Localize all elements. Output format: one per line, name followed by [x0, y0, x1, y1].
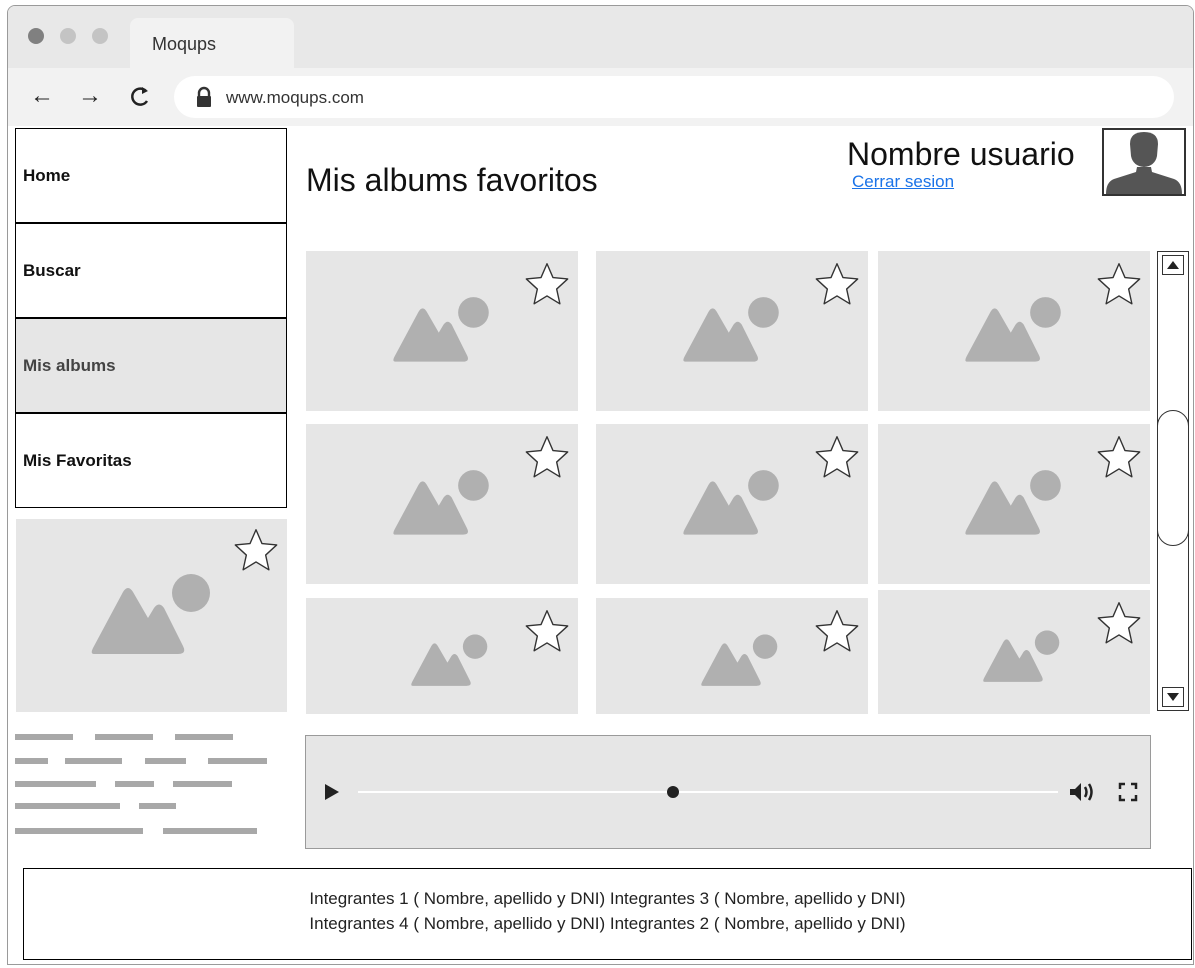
browser-titlebar: Moqups: [8, 6, 1193, 68]
album-card[interactable]: [878, 424, 1150, 584]
back-arrow-icon[interactable]: ←: [30, 82, 54, 110]
featured-album-card[interactable]: [16, 519, 287, 712]
browser-navbar: ← → www.moqups.com: [8, 68, 1193, 126]
sidebar-item-label: Mis Favoritas: [23, 450, 132, 470]
progress-track[interactable]: [358, 791, 1058, 793]
star-icon[interactable]: [1096, 434, 1142, 480]
sidebar-item-home[interactable]: Home: [15, 128, 287, 223]
fullscreen-icon[interactable]: [1118, 782, 1138, 802]
album-card[interactable]: [878, 251, 1150, 411]
star-icon[interactable]: [814, 434, 860, 480]
image-placeholder-icon: [91, 573, 210, 654]
image-placeholder-icon: [393, 297, 489, 362]
username: Nombre usuario: [847, 136, 1075, 172]
logout-link[interactable]: Cerrar sesion: [852, 172, 954, 192]
scroll-up-icon[interactable]: [1162, 255, 1184, 275]
reload-icon[interactable]: [128, 82, 152, 117]
image-placeholder-icon: [411, 634, 488, 686]
star-icon[interactable]: [814, 261, 860, 307]
minimize-window-icon[interactable]: [60, 28, 76, 44]
star-icon[interactable]: [524, 434, 570, 480]
address-bar[interactable]: www.moqups.com: [174, 76, 1174, 118]
sidebar-item-label: Buscar: [23, 260, 81, 280]
image-placeholder-icon: [965, 297, 1061, 362]
close-window-icon[interactable]: [28, 28, 44, 44]
album-card[interactable]: [596, 251, 868, 411]
sidebar-item-label: Mis albums: [23, 355, 116, 375]
maximize-window-icon[interactable]: [92, 28, 108, 44]
scroll-thumb[interactable]: [1157, 410, 1189, 546]
image-placeholder-icon: [983, 630, 1060, 682]
progress-handle[interactable]: [667, 786, 679, 798]
image-placeholder-icon: [393, 470, 489, 535]
scroll-down-icon[interactable]: [1162, 687, 1184, 707]
text-placeholder: [15, 734, 285, 844]
sidebar-item-label: Home: [23, 165, 71, 185]
browser-tab[interactable]: Moqups: [130, 18, 294, 68]
image-placeholder-icon: [683, 297, 779, 362]
album-card[interactable]: [596, 598, 868, 714]
star-icon[interactable]: [524, 261, 570, 307]
album-card[interactable]: [306, 424, 578, 584]
album-card[interactable]: [306, 598, 578, 714]
star-icon[interactable]: [1096, 261, 1142, 307]
grid-scrollbar[interactable]: [1157, 251, 1189, 711]
user-silhouette-icon: [1106, 132, 1182, 194]
sidebar-item-mis-albums[interactable]: Mis albums: [15, 318, 287, 413]
tab-title: Moqups: [152, 34, 217, 54]
footer-line: Integrantes 1 ( Nombre, apellido y DNI) …: [309, 889, 906, 908]
sidebar-item-buscar[interactable]: Buscar: [15, 223, 287, 318]
star-icon[interactable]: [233, 527, 279, 573]
star-icon[interactable]: [524, 608, 570, 654]
album-card[interactable]: [306, 251, 578, 411]
browser-window: Moqups ← → www.moqups.com Home Buscar Mi…: [7, 5, 1194, 965]
album-card[interactable]: [596, 424, 868, 584]
avatar[interactable]: [1102, 128, 1186, 196]
image-placeholder-icon: [683, 470, 779, 535]
url-text: www.moqups.com: [226, 88, 364, 107]
page-title: Mis albums favoritos: [306, 162, 598, 198]
forward-arrow-icon[interactable]: →: [78, 82, 102, 110]
lock-icon: [197, 86, 211, 107]
image-placeholder-icon: [701, 634, 778, 686]
image-placeholder-icon: [965, 470, 1061, 535]
footer-members: Integrantes 1 ( Nombre, apellido y DNI) …: [23, 868, 1192, 960]
star-icon[interactable]: [1096, 600, 1142, 646]
volume-icon[interactable]: [1068, 781, 1096, 803]
star-icon[interactable]: [814, 608, 860, 654]
album-card[interactable]: [878, 590, 1150, 714]
footer-line: Integrantes 4 ( Nombre, apellido y DNI) …: [309, 914, 906, 933]
page-content: Home Buscar Mis albums Mis Favoritas Mis…: [8, 126, 1193, 964]
sidebar-item-mis-favoritas[interactable]: Mis Favoritas: [15, 413, 287, 508]
play-icon[interactable]: [323, 782, 341, 802]
audio-player: [305, 735, 1151, 849]
